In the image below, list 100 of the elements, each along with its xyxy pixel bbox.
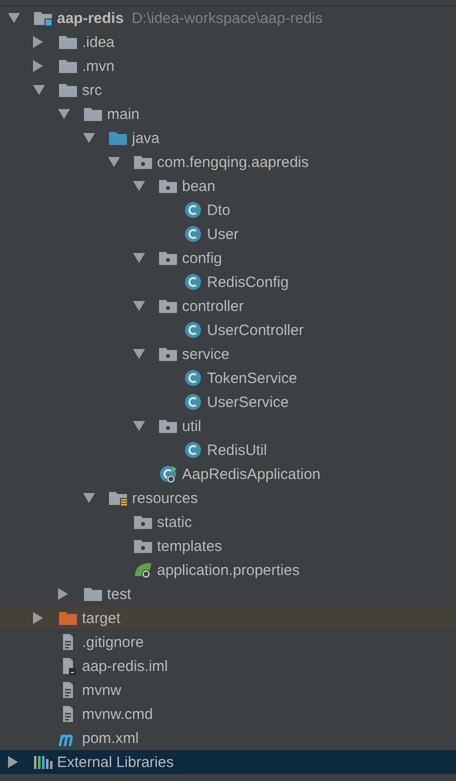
resources-folder-icon <box>108 489 128 507</box>
collapse-arrow-icon[interactable] <box>108 157 120 167</box>
node-name: RedisUtil <box>207 442 268 458</box>
node-name: java <box>132 130 160 146</box>
class-icon <box>158 465 178 483</box>
tree-row[interactable]: External Libraries <box>0 750 456 774</box>
leaf-icon <box>133 561 153 579</box>
tree-row[interactable]: .idea <box>0 30 456 54</box>
tree-row[interactable]: src <box>0 78 456 102</box>
class-icon <box>183 201 203 219</box>
node-name: UserService <box>207 394 289 410</box>
collapse-arrow-icon[interactable] <box>33 85 45 95</box>
node-name: Dto <box>207 202 230 218</box>
node-name: RedisConfig <box>207 274 289 290</box>
tree-row[interactable]: pom.xml <box>0 726 456 750</box>
libraries-icon <box>33 753 53 771</box>
node-name: test <box>107 586 132 602</box>
tree-row[interactable]: User <box>0 222 456 246</box>
collapse-arrow-icon[interactable] <box>133 301 145 311</box>
tree-row[interactable]: AapRedisApplication <box>0 462 456 486</box>
folder-icon <box>83 105 103 123</box>
node-name: aap-redis.iml <box>82 658 168 674</box>
tree-row[interactable]: test <box>0 582 456 606</box>
tree-row[interactable]: controller <box>0 294 456 318</box>
tree-row[interactable]: templates <box>0 534 456 558</box>
node-name: External Libraries <box>57 754 174 770</box>
node-name: UserController <box>207 322 304 338</box>
tree-row[interactable]: aap-redis.iml <box>0 654 456 678</box>
package-folder-icon <box>133 537 153 555</box>
tree-row[interactable]: bean <box>0 174 456 198</box>
tree-row[interactable]: java <box>0 126 456 150</box>
class-icon <box>183 225 203 243</box>
package-folder-icon <box>158 345 178 363</box>
tree-row[interactable]: aap-redis D:\idea-workspace\aap-redis <box>0 6 456 30</box>
node-name: templates <box>157 538 222 554</box>
node-name: target <box>82 610 120 626</box>
tree-row[interactable]: Dto <box>0 198 456 222</box>
tree-row[interactable]: com.fengqing.aapredis <box>0 150 456 174</box>
collapse-arrow-icon[interactable] <box>133 421 145 431</box>
tree-row[interactable]: application.properties <box>0 558 456 582</box>
tree-row[interactable]: TokenService <box>0 366 456 390</box>
tree-row[interactable]: mvnw.cmd <box>0 702 456 726</box>
module-path: D:\idea-workspace\aap-redis <box>132 10 323 26</box>
node-name: AapRedisApplication <box>182 466 320 482</box>
class-icon <box>183 369 203 387</box>
node-name: .gitignore <box>82 634 144 650</box>
tree-row[interactable]: target <box>0 606 456 630</box>
node-name: User <box>207 226 239 242</box>
tree-row[interactable]: main <box>0 102 456 126</box>
expand-arrow-icon[interactable] <box>33 612 43 624</box>
node-name: bean <box>182 178 216 194</box>
expand-arrow-icon[interactable] <box>33 36 43 48</box>
class-icon <box>183 321 203 339</box>
tree-row[interactable]: .mvn <box>0 54 456 78</box>
node-name: static <box>157 514 192 530</box>
collapse-arrow-icon[interactable] <box>8 13 20 23</box>
collapse-arrow-icon[interactable] <box>133 349 145 359</box>
collapse-arrow-icon[interactable] <box>133 253 145 263</box>
collapse-arrow-icon[interactable] <box>83 493 95 503</box>
tree-row[interactable]: resources <box>0 486 456 510</box>
package-folder-icon <box>133 513 153 531</box>
node-name: mvnw <box>82 682 122 698</box>
tree-row[interactable]: service <box>0 342 456 366</box>
package-folder-icon <box>158 249 178 267</box>
tree-row[interactable]: static <box>0 510 456 534</box>
node-name: TokenService <box>207 370 298 386</box>
collapse-arrow-icon[interactable] <box>58 109 70 119</box>
class-icon <box>183 441 203 459</box>
tree-row[interactable]: UserController <box>0 318 456 342</box>
tree-row[interactable]: RedisUtil <box>0 438 456 462</box>
node-name: com.fengqing.aapredis <box>157 154 309 170</box>
package-folder-icon <box>158 177 178 195</box>
package-folder-icon <box>133 153 153 171</box>
expand-arrow-icon[interactable] <box>58 588 68 600</box>
node-name: controller <box>182 298 244 314</box>
collapse-arrow-icon[interactable] <box>133 181 145 191</box>
node-name: main <box>107 106 140 122</box>
package-folder-icon <box>158 297 178 315</box>
folder-icon <box>58 33 78 51</box>
tree-row[interactable]: UserService <box>0 390 456 414</box>
tree-row[interactable]: util <box>0 414 456 438</box>
node-name: .mvn <box>82 58 115 74</box>
expand-arrow-icon[interactable] <box>33 60 43 72</box>
node-name: service <box>182 346 230 362</box>
node-name: resources <box>132 490 198 506</box>
tree-row[interactable]: RedisConfig <box>0 270 456 294</box>
node-name: application.properties <box>157 562 300 578</box>
tree-row[interactable]: mvnw <box>0 678 456 702</box>
node-name: mvnw.cmd <box>82 706 153 722</box>
tree-row[interactable]: .gitignore <box>0 630 456 654</box>
folder-icon <box>83 585 103 603</box>
node-name: src <box>82 82 102 98</box>
tree-row[interactable]: config <box>0 246 456 270</box>
node-name: config <box>182 250 222 266</box>
folder-icon <box>108 129 128 147</box>
node-name: util <box>182 418 202 434</box>
expand-arrow-icon[interactable] <box>8 756 18 768</box>
folder-icon <box>58 81 78 99</box>
class-icon <box>183 273 203 291</box>
collapse-arrow-icon[interactable] <box>83 133 95 143</box>
